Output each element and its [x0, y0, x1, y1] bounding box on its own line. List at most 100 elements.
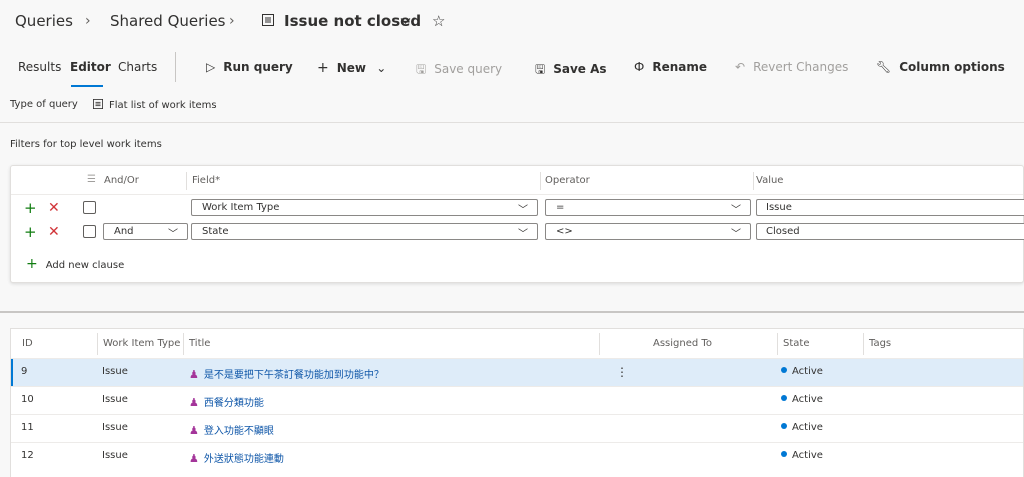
header-divider — [11, 194, 1023, 195]
breadcrumb-queries[interactable]: Queries — [15, 12, 73, 30]
column-separator[interactable] — [863, 333, 864, 355]
column-header-state[interactable]: State — [783, 338, 809, 349]
remove-clause-icon[interactable]: ✕ — [48, 225, 60, 239]
plus-icon: + — [317, 60, 329, 76]
save-disk-icon: 🖫 — [416, 62, 427, 76]
save-query-button[interactable]: 🖫 Save query — [416, 60, 502, 81]
add-clause-row-icon[interactable]: + — [24, 225, 37, 240]
operator-select[interactable]: <> ﹀ — [545, 223, 751, 240]
cell-work-item-type: Issue — [102, 450, 128, 461]
clause-select-checkbox[interactable] — [83, 225, 96, 238]
state-dot-icon — [781, 423, 787, 429]
column-header-operator: Operator — [545, 175, 590, 186]
column-separator — [540, 172, 541, 190]
wrench-icon: 🔧︎ — [876, 60, 892, 74]
breadcrumb-separator: › — [229, 13, 235, 29]
query-switcher-chevron-icon[interactable] — [400, 15, 411, 28]
cell-state: Active — [781, 422, 823, 433]
filters-label: Filters for top level work items — [10, 139, 162, 150]
new-button[interactable]: + New ⌄ — [317, 60, 386, 76]
chevron-down-icon: ﹀ — [731, 229, 741, 240]
results-grid: ID Work Item Type Title Assigned To Stat… — [10, 328, 1024, 477]
operator-select[interactable]: = ﹀ — [545, 199, 751, 216]
column-header-value: Value — [756, 175, 784, 186]
chevron-down-icon: ﹀ — [168, 229, 178, 240]
tab-editor[interactable]: Editor — [70, 60, 111, 74]
column-header-tags[interactable]: Tags — [869, 338, 891, 349]
column-header-title[interactable]: Title — [189, 338, 210, 349]
save-as-button[interactable]: 🖫 Save As — [535, 60, 607, 81]
issue-icon: ♟ — [189, 424, 199, 437]
and-or-select[interactable]: And ﹀ — [103, 223, 188, 240]
rename-icon: Ф — [634, 60, 645, 74]
toolbar-divider — [175, 52, 176, 82]
table-row[interactable]: 10 Issue ♟ 西餐分類功能 Active — [11, 386, 1023, 414]
column-options-button[interactable]: 🔧︎ Column options — [876, 60, 1005, 74]
flat-list-icon — [93, 99, 103, 112]
cell-work-item-type: Issue — [102, 366, 128, 377]
cell-title[interactable]: ♟ 登入功能不顯眼 — [189, 422, 274, 437]
breadcrumb-shared-queries[interactable]: Shared Queries — [110, 12, 226, 30]
value-field[interactable]: Closed — [756, 223, 1024, 240]
chevron-down-icon: ﹀ — [518, 205, 528, 216]
tab-results[interactable]: Results — [18, 60, 61, 74]
cell-title[interactable]: ♟ 外送狀態功能連動 — [189, 450, 284, 465]
add-new-clause-button[interactable]: + Add new clause — [26, 257, 124, 271]
value-field[interactable]: Issue — [756, 199, 1024, 216]
cell-id: 11 — [21, 422, 34, 433]
query-type-selector[interactable]: Flat list of work items — [93, 99, 217, 112]
group-clauses-icon[interactable]: ☰ — [87, 174, 96, 185]
column-header-assigned-to[interactable]: Assigned To — [653, 338, 712, 349]
column-separator[interactable] — [183, 333, 184, 355]
undo-icon: ↶ — [735, 60, 746, 74]
save-as-icon: 🖫 — [535, 62, 546, 76]
chevron-down-icon: ⌄ — [376, 61, 387, 75]
revert-changes-button[interactable]: ↶ Revert Changes — [735, 60, 848, 74]
cell-state: Active — [781, 366, 823, 377]
clause-select-checkbox[interactable] — [83, 201, 96, 214]
cell-state: Active — [781, 394, 823, 405]
query-type-label: Type of query — [10, 99, 78, 110]
chevron-down-icon: ﹀ — [731, 205, 741, 216]
cell-work-item-type: Issue — [102, 394, 128, 405]
table-row[interactable]: 9 Issue ♟ 是不是要把下午茶訂餐功能加到功能中？ ⋮ Active — [11, 358, 1023, 386]
plus-icon: + — [26, 256, 38, 272]
column-header-field: Field* — [192, 175, 221, 186]
column-separator[interactable] — [599, 333, 600, 355]
editor-results-splitter[interactable] — [0, 311, 1024, 313]
field-select[interactable]: Work Item Type ﹀ — [191, 199, 538, 216]
favorite-star-icon[interactable]: ☆ — [432, 12, 445, 30]
header: Queries › Shared Queries › Issue not clo… — [0, 0, 1024, 44]
column-separator[interactable] — [777, 333, 778, 355]
column-separator — [753, 172, 754, 190]
cell-state: Active — [781, 450, 823, 461]
add-clause-row-icon[interactable]: + — [24, 201, 37, 216]
state-dot-icon — [781, 395, 787, 401]
run-query-button[interactable]: ▷ Run query — [206, 60, 293, 74]
cell-id: 12 — [21, 450, 34, 461]
remove-clause-icon[interactable]: ✕ — [48, 201, 60, 215]
column-header-and-or: And/Or — [104, 175, 139, 186]
tab-charts[interactable]: Charts — [118, 60, 157, 74]
cell-id: 9 — [21, 366, 28, 377]
rename-button[interactable]: Ф Rename — [634, 60, 707, 74]
cell-work-item-type: Issue — [102, 422, 128, 433]
issue-icon: ♟ — [189, 452, 199, 465]
more-actions-icon[interactable]: ⋮ — [616, 365, 628, 379]
toolbar: Results Editor Charts ▷ Run query + New ⌄ … — [0, 50, 1024, 87]
column-header-work-item-type[interactable]: Work Item Type — [103, 338, 180, 349]
state-dot-icon — [781, 451, 787, 457]
state-dot-icon — [781, 367, 787, 373]
field-select[interactable]: State ﹀ — [191, 223, 538, 240]
column-separator[interactable] — [97, 333, 98, 355]
issue-icon: ♟ — [189, 368, 199, 381]
filter-clauses-card: ☰ And/Or Field* Operator Value + ✕ Work … — [10, 165, 1024, 283]
table-row[interactable]: 12 Issue ♟ 外送狀態功能連動 Active — [11, 442, 1023, 470]
cell-title[interactable]: ♟ 西餐分類功能 — [189, 394, 264, 409]
active-tab-indicator — [71, 85, 103, 87]
cell-title[interactable]: ♟ 是不是要把下午茶訂餐功能加到功能中？ — [189, 366, 384, 381]
table-row[interactable]: 11 Issue ♟ 登入功能不顯眼 Active — [11, 414, 1023, 442]
column-header-id[interactable]: ID — [22, 338, 33, 349]
chevron-down-icon: ﹀ — [518, 229, 528, 240]
play-icon: ▷ — [206, 60, 216, 74]
